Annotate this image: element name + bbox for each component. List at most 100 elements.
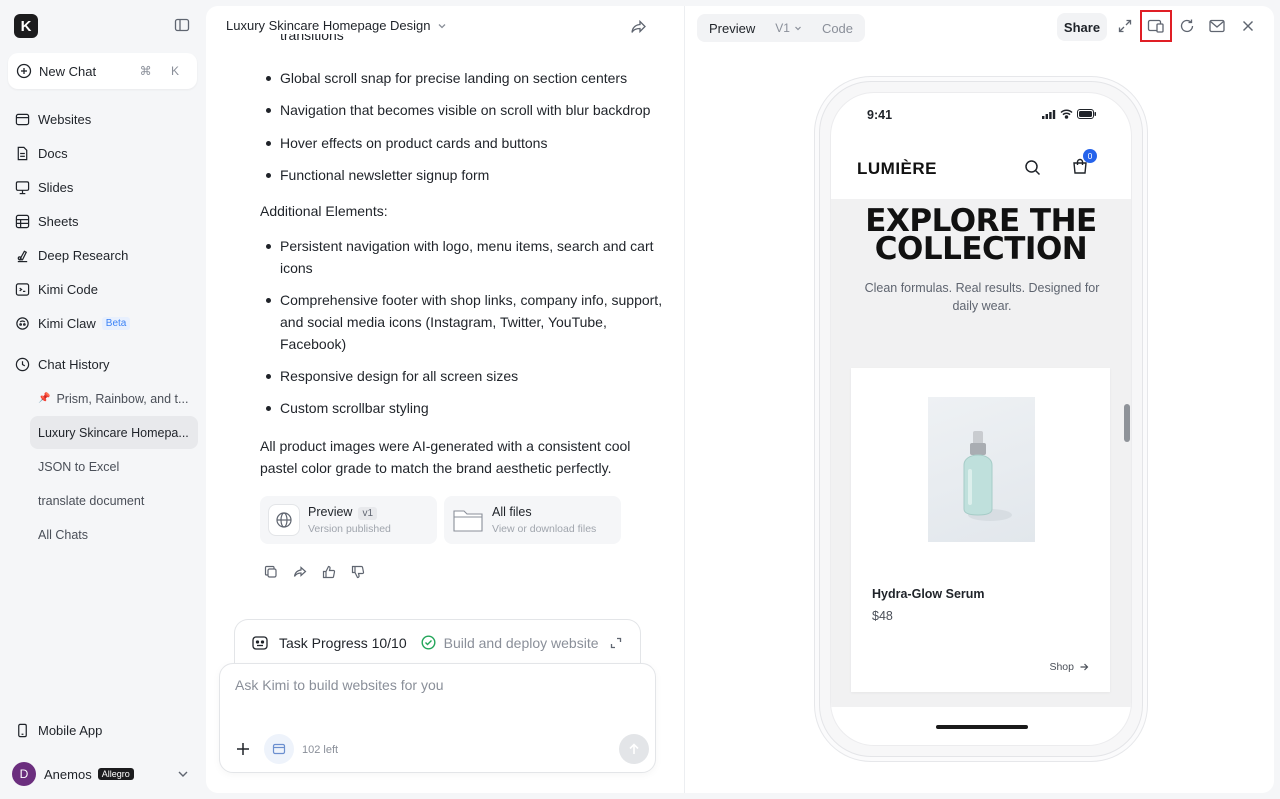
list-item: Navigation that becomes visible on scrol… [260,99,670,121]
sidebar-item-kimi-code[interactable]: Kimi Code [8,274,197,304]
fullscreen-icon[interactable] [1116,17,1134,35]
device-toggle-icon[interactable] [1140,10,1172,42]
hero-subtitle: Clean formulas. Real results. Designed f… [864,281,1100,313]
composer[interactable]: Ask Kimi to build websites for you 102 l… [219,663,656,773]
new-chat-label: New Chat [39,63,97,79]
kimi-logo[interactable]: K [14,14,38,38]
search-icon[interactable] [1024,159,1041,176]
phone-icon [18,723,27,737]
arrow-up-icon [629,743,639,754]
close-icon[interactable] [1239,17,1257,35]
mobile-app-link[interactable]: Mobile App [8,715,197,745]
preview-card[interactable]: Preview v1 Version published [260,496,437,544]
hero-title-line: COLLECTION [874,231,1088,267]
send-button[interactable] [619,734,649,764]
all-files-title: All files [492,505,532,519]
refresh-icon[interactable] [1178,17,1196,35]
sidebar: K New Chat ⌘ K Websites Docs Slides Shee… [0,0,206,799]
all-files-subtitle: View or download files [492,523,597,535]
chat-history-header[interactable]: Chat History [8,349,197,379]
phone-frame: 9:41 LUMIÈRE 0 EXPLORE THE COLLECTION Cl… [819,81,1143,757]
composer-input[interactable]: Ask Kimi to build websites for you [235,677,444,693]
feature-list: Global scroll snap for precise landing o… [260,67,670,186]
sidebar-item-kimi-claw[interactable]: Kimi Claw Beta [8,308,197,338]
thumbs-down-icon[interactable] [351,565,365,579]
task-progress-bar[interactable]: Task Progress 10/10 Build and deploy web… [234,619,641,665]
mail-icon[interactable] [1208,17,1226,35]
chevron-down-icon [438,23,445,28]
website-mode-button[interactable] [264,734,294,764]
product-image [928,397,1035,542]
avatar: D [12,762,36,786]
chat-panel: Luxury Skincare Homepage Design transiti… [206,6,684,793]
sidebar-item-sheets[interactable]: Sheets [8,206,197,236]
scrollbar-thumb[interactable] [1124,404,1130,442]
slides-icon [15,180,30,194]
sheets-icon [15,214,30,228]
code-icon [15,282,30,296]
phone-screen: 9:41 LUMIÈRE 0 EXPLORE THE COLLECTION Cl… [830,92,1132,746]
task-progress-status: Build and deploy website [443,634,599,651]
preview-panel: Preview V1 Code Share 9:41 LUMIÈRE 0 EXP… [684,6,1274,793]
collapse-sidebar-icon[interactable] [174,17,190,33]
check-circle-icon [421,635,436,650]
share-icon[interactable] [293,565,307,579]
tab-code[interactable]: Code [812,16,863,40]
chevron-down-icon[interactable] [176,767,190,781]
history-item-label: JSON to Excel [38,459,120,474]
list-item: Functional newsletter signup form [260,164,670,186]
product-price: $48 [872,609,893,623]
sidebar-item-deep-research[interactable]: Deep Research [8,240,197,270]
new-chat-button[interactable]: New Chat ⌘ K [8,53,197,89]
section-heading: Additional Elements: [260,203,388,219]
mobile-app-label: Mobile App [38,722,103,738]
version-dropdown[interactable]: V1 [765,16,812,40]
closing-paragraph: All product images were AI-generated wit… [260,438,631,476]
chat-title-dropdown[interactable]: Luxury Skincare Homepage Design [226,18,447,33]
product-card[interactable]: Hydra-Glow Serum $48 Shop [851,368,1110,692]
sidebar-item-label: Slides [38,179,74,195]
docs-icon [17,146,28,160]
claw-icon [16,316,29,330]
clock-icon [15,357,30,371]
history-item[interactable]: translate document [30,484,198,517]
sidebar-item-slides[interactable]: Slides [8,172,197,202]
expand-icon[interactable] [610,637,622,649]
sidebar-item-docs[interactable]: Docs [8,138,197,168]
history-item[interactable]: 📌 Prism, Rainbow, and t... [30,382,198,415]
product-name: Hydra-Glow Serum [872,587,985,601]
wifi-icon [1060,109,1073,119]
battery-icon [1077,109,1096,119]
deep-research-icon [17,249,28,262]
list-item: Comprehensive footer with shop links, co… [260,289,670,355]
thumbs-up-icon[interactable] [322,565,336,579]
copy-icon[interactable] [264,565,278,579]
sidebar-item-label: Kimi Code [38,281,98,297]
history-item[interactable]: JSON to Excel [30,450,198,483]
browser-icon [272,743,286,755]
site-header: LUMIÈRE 0 [831,137,1131,199]
view-switcher: Preview V1 Code [697,14,866,42]
tab-preview[interactable]: Preview [699,16,766,40]
partial-line: transitions [280,34,344,43]
sidebar-item-websites[interactable]: Websites [8,104,197,134]
history-item-active[interactable]: Luxury Skincare Homepa... [30,416,198,449]
websites-icon [15,113,30,125]
history-item-label: Luxury Skincare Homepa... [38,425,189,440]
history-item-label: Prism, Rainbow, and t... [56,391,189,406]
add-attachment-icon[interactable] [232,738,254,760]
shop-link[interactable]: Shop [1049,661,1089,673]
task-progress-label: Task Progress 10/10 [279,634,407,651]
share-button[interactable]: Share [1057,13,1107,41]
signal-icon [1042,109,1056,119]
version-label: V1 [775,21,790,35]
all-chats-link[interactable]: All Chats [30,518,198,551]
credits-remaining: 102 left [302,744,339,756]
assistant-message: Persistent navigation with logo, menu it… [260,235,670,419]
sidebar-item-label: Websites [38,111,92,127]
status-bar: 9:41 [831,93,1131,137]
all-files-card[interactable]: All files View or download files [444,496,621,544]
chat-title: Luxury Skincare Homepage Design [226,18,431,33]
user-menu[interactable]: D Anemos Allegro [12,761,192,787]
brand-logo[interactable]: LUMIÈRE [857,159,937,179]
